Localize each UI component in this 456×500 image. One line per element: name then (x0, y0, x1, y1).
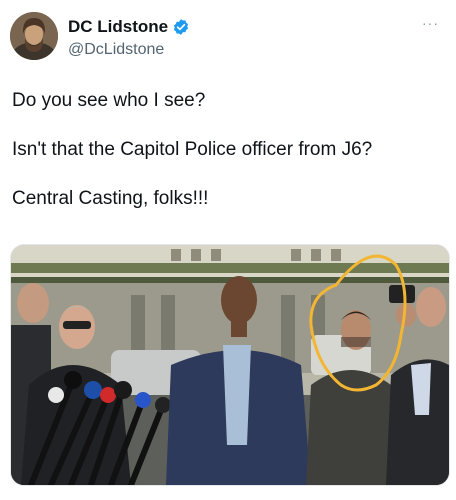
tweet-header: DC Lidstone @DcLidstone ··· (10, 12, 446, 66)
tweet-body: Do you see who I see? Isn't that the Cap… (12, 88, 444, 235)
tweet-line: Central Casting, folks!!! (12, 188, 209, 209)
verified-badge-icon (172, 18, 190, 36)
author-avatar[interactable] (10, 12, 58, 60)
tweet-line: Isn't that the Capitol Police officer fr… (12, 139, 373, 160)
tweet-media-photo[interactable] (10, 244, 450, 486)
author-handle[interactable]: @DcLidstone (68, 41, 190, 59)
tweet-line: Do you see who I see? (12, 90, 206, 111)
more-options-icon[interactable]: ··· (422, 16, 442, 30)
author-display-name[interactable]: DC Lidstone (68, 17, 168, 37)
